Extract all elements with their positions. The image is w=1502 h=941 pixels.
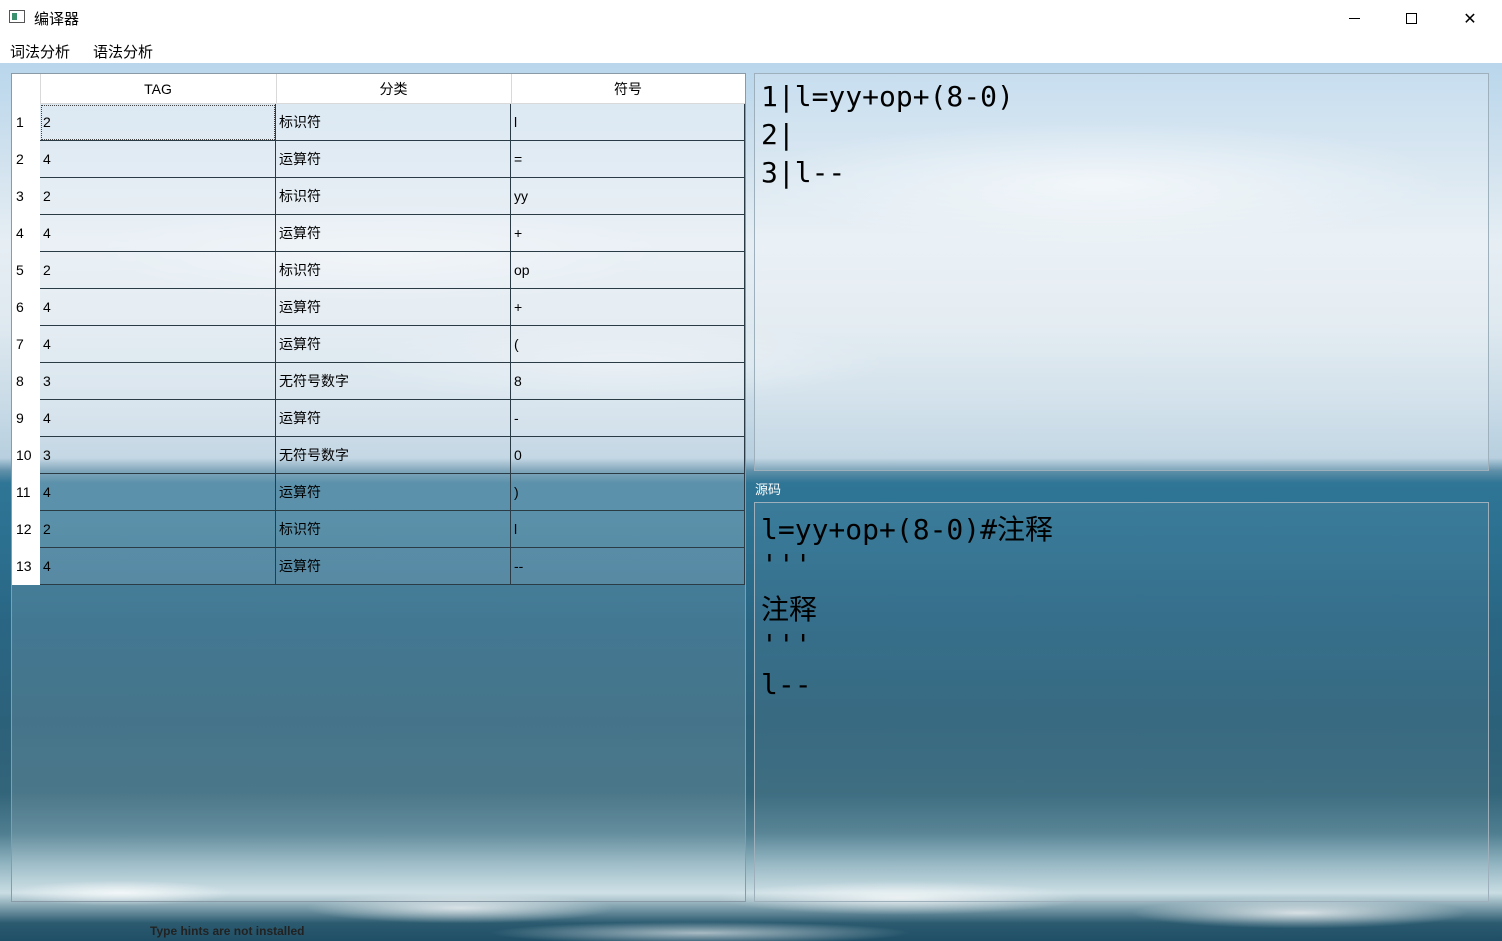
code-line: 2| [761,118,795,151]
cell-tag[interactable]: 4 [40,141,276,178]
cell-category[interactable]: 运算符 [276,400,511,437]
background-window-text: Type hints are not installed [150,924,305,938]
row-number[interactable]: 4 [12,215,40,252]
menu-syntax-analysis[interactable]: 语法分析 [93,41,153,62]
code-line: 1|l=yy+op+(8-0) [761,80,1014,113]
maximize-icon [1405,12,1417,24]
cell-symbol[interactable]: l [511,511,745,548]
cell-symbol[interactable]: op [511,252,745,289]
row-number[interactable]: 13 [12,548,40,585]
code-line: 3|l-- [761,156,846,189]
cell-category[interactable]: 标识符 [276,104,511,141]
close-icon: ✕ [1463,8,1477,28]
column-header-category[interactable]: 分类 [276,74,512,104]
source-label: 源码 [755,482,782,497]
cell-category[interactable]: 无符号数字 [276,437,511,474]
cell-tag[interactable]: 2 [40,252,276,289]
source-line: l-- [761,668,812,701]
cell-tag[interactable]: 4 [40,326,276,363]
row-number[interactable]: 5 [12,252,40,289]
cell-symbol[interactable]: = [511,141,745,178]
cell-category[interactable]: 运算符 [276,141,511,178]
cell-tag[interactable]: 3 [40,363,276,400]
window-title: 编译器 [34,10,80,28]
cell-tag[interactable]: 4 [40,548,276,585]
cell-category[interactable]: 标识符 [276,178,511,215]
row-number[interactable]: 9 [12,400,40,437]
cell-symbol[interactable]: l [511,104,745,141]
row-number[interactable]: 3 [12,178,40,215]
source-line: 注释 [761,593,818,626]
row-number[interactable]: 1 [12,104,40,141]
source-editor[interactable]: l=yy+op+(8-0)#注释 ''' 注释 ''' l-- [754,502,1489,902]
cell-symbol[interactable]: 8 [511,363,745,400]
cell-category[interactable]: 标识符 [276,511,511,548]
cell-tag[interactable]: 2 [40,511,276,548]
source-line: l=yy+op+(8-0)#注释 [761,513,1054,546]
close-button[interactable]: ✕ [1441,0,1499,36]
cell-symbol[interactable]: ( [511,326,745,363]
cell-symbol[interactable]: yy [511,178,745,215]
title-bar: 编译器 ✕ [0,0,1502,36]
table-corner[interactable] [12,74,41,104]
cell-tag[interactable]: 3 [40,437,276,474]
cell-category[interactable]: 运算符 [276,326,511,363]
row-number[interactable]: 2 [12,141,40,178]
cell-symbol[interactable]: + [511,289,745,326]
column-header-symbol[interactable]: 符号 [511,74,745,104]
row-number[interactable]: 8 [12,363,40,400]
cell-category[interactable]: 运算符 [276,215,511,252]
source-line: ''' [761,548,812,581]
minimize-button[interactable] [1325,0,1383,36]
row-number[interactable]: 7 [12,326,40,363]
source-line: ''' [761,628,812,661]
table-header: TAG 分类 符号 [12,74,745,104]
cell-category[interactable]: 运算符 [276,289,511,326]
cell-tag[interactable]: 4 [40,400,276,437]
minimize-icon [1348,17,1360,19]
row-number[interactable]: 6 [12,289,40,326]
cell-tag[interactable]: 4 [40,289,276,326]
cell-symbol[interactable]: ) [511,474,745,511]
cell-tag[interactable]: 4 [40,474,276,511]
cell-symbol[interactable]: 0 [511,437,745,474]
row-number[interactable]: 10 [12,437,40,474]
maximize-button[interactable] [1382,0,1440,36]
cell-tag[interactable]: 2 [40,178,276,215]
row-number[interactable]: 12 [12,511,40,548]
token-table[interactable]: TAG 分类 符号 1 2 标识符 l 2 4 运算符 = 3 2 标识符 yy 4 4 运算符 +5 2 标识符… [11,73,746,902]
cell-category[interactable]: 无符号数字 [276,363,511,400]
cell-category[interactable]: 运算符 [276,474,511,511]
cell-category[interactable]: 标识符 [276,252,511,289]
cell-symbol[interactable]: + [511,215,745,252]
cell-tag[interactable]: 4 [40,215,276,252]
menu-bar: 词法分析 语法分析 [0,36,1502,63]
app-icon [9,10,25,23]
numbered-code-view[interactable]: 1|l=yy+op+(8-0) 2| 3|l-- [754,73,1489,471]
cell-symbol[interactable]: -- [511,548,745,585]
row-number[interactable]: 11 [12,474,40,511]
cell-tag[interactable]: 2 [40,104,276,141]
cell-category[interactable]: 运算符 [276,548,511,585]
column-header-tag[interactable]: TAG [40,74,277,104]
cell-symbol[interactable]: - [511,400,745,437]
menu-lexical-analysis[interactable]: 词法分析 [10,41,70,62]
